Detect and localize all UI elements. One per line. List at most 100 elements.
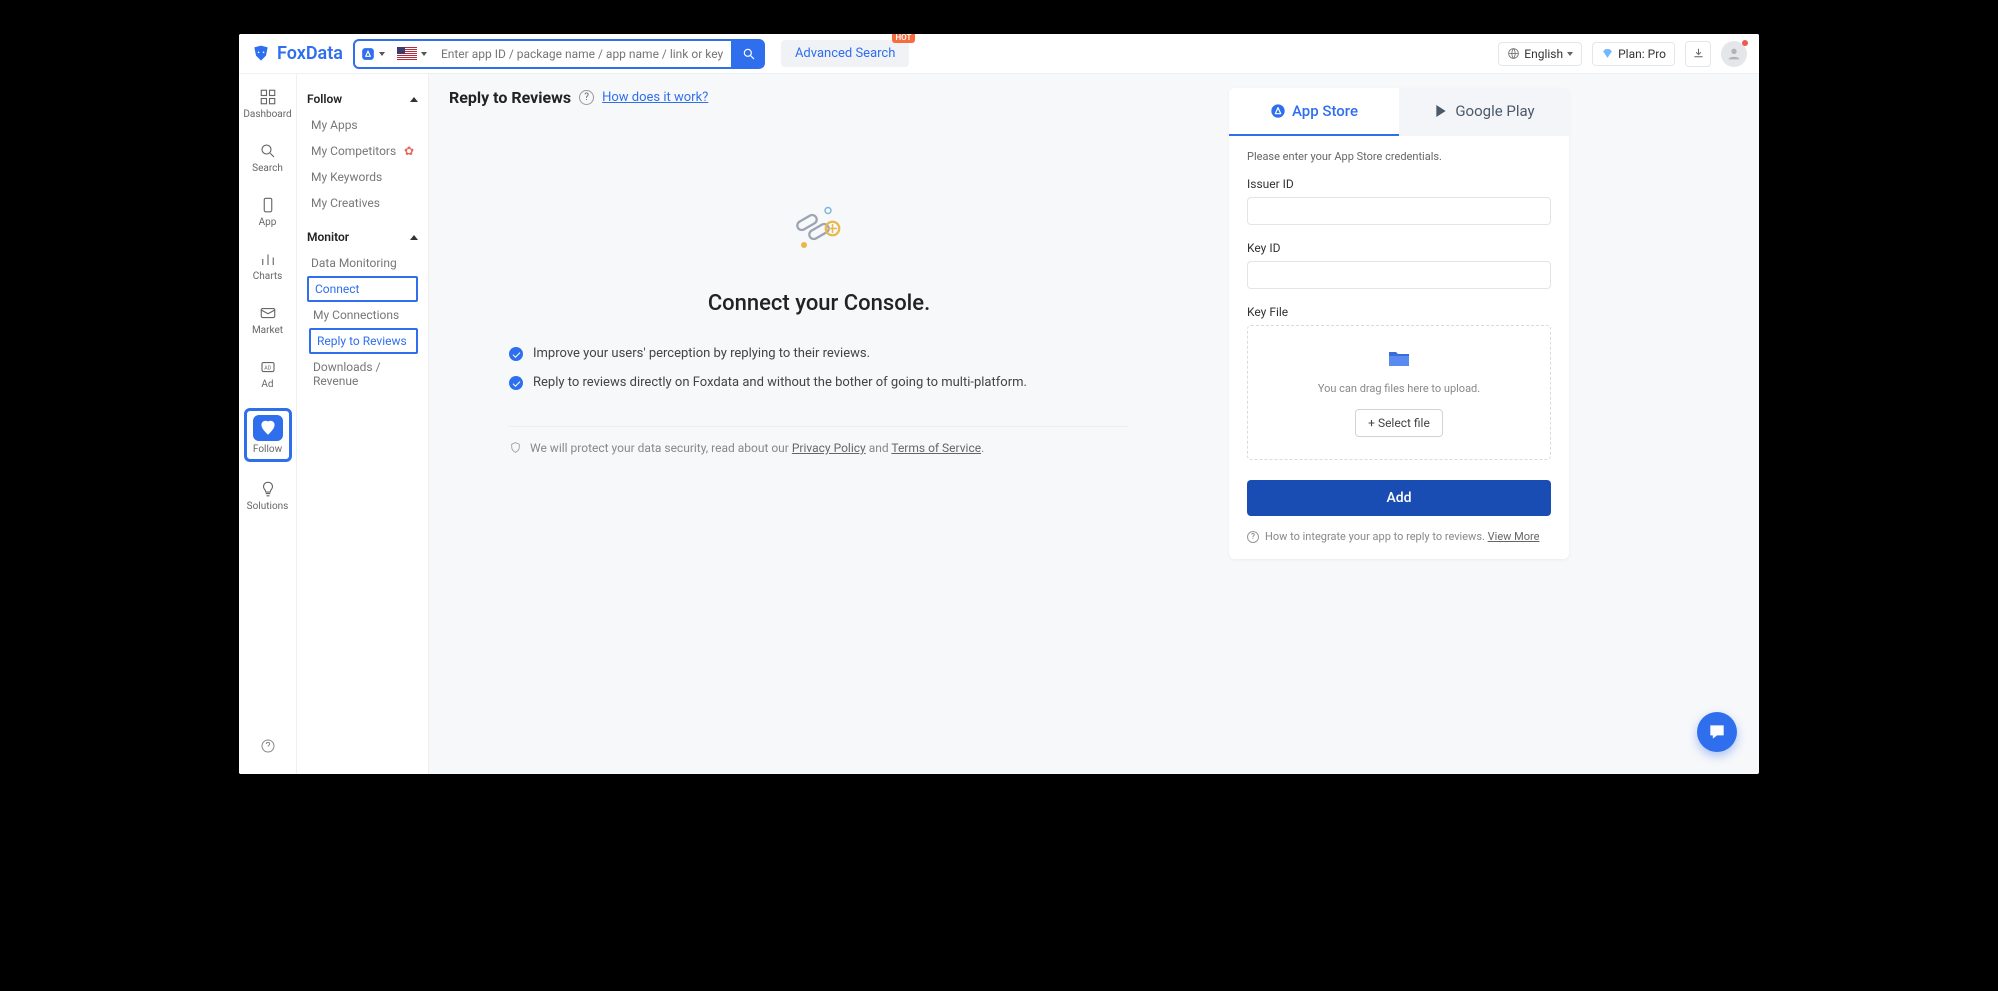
tab-label: Google Play bbox=[1455, 102, 1534, 120]
page-title: Reply to Reviews bbox=[449, 88, 571, 107]
check-icon bbox=[509, 376, 523, 390]
plan-select[interactable]: Plan: Pro bbox=[1592, 42, 1675, 66]
shield-icon bbox=[509, 441, 522, 454]
appstore-icon bbox=[1270, 103, 1286, 119]
chat-icon bbox=[1707, 722, 1727, 742]
select-file-button[interactable]: + Select file bbox=[1355, 409, 1443, 437]
download-button[interactable] bbox=[1685, 41, 1711, 67]
hero-title: Connect your Console. bbox=[708, 291, 930, 316]
key-id-label: Key ID bbox=[1247, 241, 1551, 255]
sidebar: Follow My Apps My Competitors✿ My Keywor… bbox=[297, 74, 429, 774]
key-id-input[interactable] bbox=[1247, 261, 1551, 289]
chevron-up-icon bbox=[410, 97, 418, 102]
sidebar-my-apps[interactable]: My Apps bbox=[307, 112, 418, 138]
sidebar-follow-head[interactable]: Follow bbox=[307, 86, 418, 112]
key-file-label: Key File bbox=[1247, 305, 1551, 319]
sidebar-monitor-head[interactable]: Monitor bbox=[307, 224, 418, 250]
help-icon bbox=[260, 738, 276, 754]
rail-app[interactable]: App bbox=[244, 192, 292, 232]
search-icon bbox=[259, 142, 277, 160]
dashboard-icon bbox=[259, 88, 277, 106]
add-button[interactable]: Add bbox=[1247, 480, 1551, 516]
feature-text: Reply to reviews directly on Foxdata and… bbox=[533, 375, 1027, 390]
rail-follow[interactable]: Follow bbox=[244, 408, 292, 462]
panel-footer: ? How to integrate your app to reply to … bbox=[1247, 530, 1551, 543]
sidebar-my-creatives[interactable]: My Creatives bbox=[307, 190, 418, 216]
language-select[interactable]: English bbox=[1498, 42, 1582, 66]
help-icon[interactable]: ? bbox=[579, 90, 594, 105]
advanced-search-label: Advanced Search bbox=[795, 46, 895, 61]
notification-dot bbox=[1742, 40, 1748, 46]
store-tabs: App Store Google Play bbox=[1229, 88, 1569, 136]
rail-label: Follow bbox=[253, 444, 282, 455]
rail-help[interactable] bbox=[260, 738, 276, 758]
sidebar-connect[interactable]: Connect bbox=[307, 276, 418, 302]
gear-icon: ✿ bbox=[404, 144, 414, 158]
bulb-icon bbox=[259, 480, 277, 498]
store-select[interactable] bbox=[355, 47, 391, 61]
terms-link[interactable]: Terms of Service bbox=[891, 441, 981, 455]
tab-google-play[interactable]: Google Play bbox=[1399, 88, 1569, 136]
key-file-dropzone[interactable]: You can drag files here to upload. + Sel… bbox=[1247, 325, 1551, 460]
panel-hint: Please enter your App Store credentials. bbox=[1247, 150, 1551, 163]
chevron-down-icon bbox=[1567, 52, 1573, 56]
globe-icon bbox=[1507, 47, 1520, 60]
chevron-up-icon bbox=[410, 235, 418, 240]
protect-text: We will protect your data security, read… bbox=[530, 441, 792, 455]
device-icon bbox=[259, 196, 277, 214]
search-button[interactable] bbox=[733, 39, 765, 69]
platform-select[interactable] bbox=[353, 39, 433, 69]
sidebar-reply-to-reviews[interactable]: Reply to Reviews bbox=[309, 328, 418, 354]
chart-icon bbox=[259, 250, 277, 268]
how-does-it-work-link[interactable]: How does it work? bbox=[602, 90, 708, 105]
sidebar-my-competitors[interactable]: My Competitors✿ bbox=[307, 138, 418, 164]
plan-label: Plan: Pro bbox=[1618, 47, 1666, 61]
country-select[interactable] bbox=[391, 47, 433, 60]
google-play-icon bbox=[1433, 103, 1449, 119]
advanced-search-button[interactable]: Advanced Search HOT bbox=[781, 40, 909, 67]
caret-icon bbox=[379, 52, 385, 56]
sidebar-downloads-revenue[interactable]: Downloads / Revenue bbox=[309, 354, 418, 394]
hot-badge: HOT bbox=[892, 34, 916, 43]
search-icon bbox=[742, 47, 756, 61]
protect-row: We will protect your data security, read… bbox=[509, 441, 984, 455]
privacy-link[interactable]: Privacy Policy bbox=[792, 441, 866, 455]
us-flag-icon bbox=[397, 47, 417, 60]
check-icon bbox=[509, 347, 523, 361]
feature-row-1: Improve your users' perception by replyi… bbox=[509, 346, 870, 361]
rail-ad[interactable]: AD Ad bbox=[244, 354, 292, 394]
rail-charts[interactable]: Charts bbox=[244, 246, 292, 286]
view-more-link[interactable]: View More bbox=[1488, 530, 1540, 543]
topbar: FoxData Advanced Search HOT bbox=[239, 34, 1759, 74]
rail-label: Solutions bbox=[247, 501, 289, 512]
sidebar-head-label: Monitor bbox=[307, 230, 349, 244]
sidebar-my-connections[interactable]: My Connections bbox=[309, 302, 418, 328]
language-label: English bbox=[1524, 47, 1563, 61]
rail-market[interactable]: Market bbox=[244, 300, 292, 340]
tab-label: App Store bbox=[1292, 102, 1358, 120]
hero-block: Connect your Console. Improve your users… bbox=[449, 113, 1189, 455]
fox-icon bbox=[251, 44, 271, 64]
appstore-icon bbox=[361, 47, 375, 61]
tab-appstore[interactable]: App Store bbox=[1229, 88, 1399, 136]
divider bbox=[509, 426, 1129, 427]
user-icon bbox=[1726, 46, 1742, 62]
rail-dashboard[interactable]: Dashboard bbox=[244, 84, 292, 124]
search-input[interactable] bbox=[433, 39, 733, 69]
panel-body: Please enter your App Store credentials.… bbox=[1229, 136, 1569, 543]
topbar-right: English Plan: Pro bbox=[1498, 41, 1747, 67]
feature-row-2: Reply to reviews directly on Foxdata and… bbox=[509, 375, 1027, 390]
user-avatar[interactable] bbox=[1721, 41, 1747, 67]
rail-label: App bbox=[259, 217, 277, 228]
rail-label: Search bbox=[252, 163, 283, 174]
brand-logo[interactable]: FoxData bbox=[251, 43, 343, 64]
rail-search[interactable]: Search bbox=[244, 138, 292, 178]
left-column: Reply to Reviews ? How does it work? Con… bbox=[449, 88, 1189, 760]
chat-fab[interactable] bbox=[1697, 712, 1737, 752]
issuer-id-input[interactable] bbox=[1247, 197, 1551, 225]
credentials-panel: App Store Google Play Please enter your … bbox=[1229, 88, 1569, 559]
search-wrap bbox=[353, 39, 765, 69]
rail-solutions[interactable]: Solutions bbox=[244, 476, 292, 516]
sidebar-data-monitoring[interactable]: Data Monitoring bbox=[307, 250, 418, 276]
sidebar-my-keywords[interactable]: My Keywords bbox=[307, 164, 418, 190]
